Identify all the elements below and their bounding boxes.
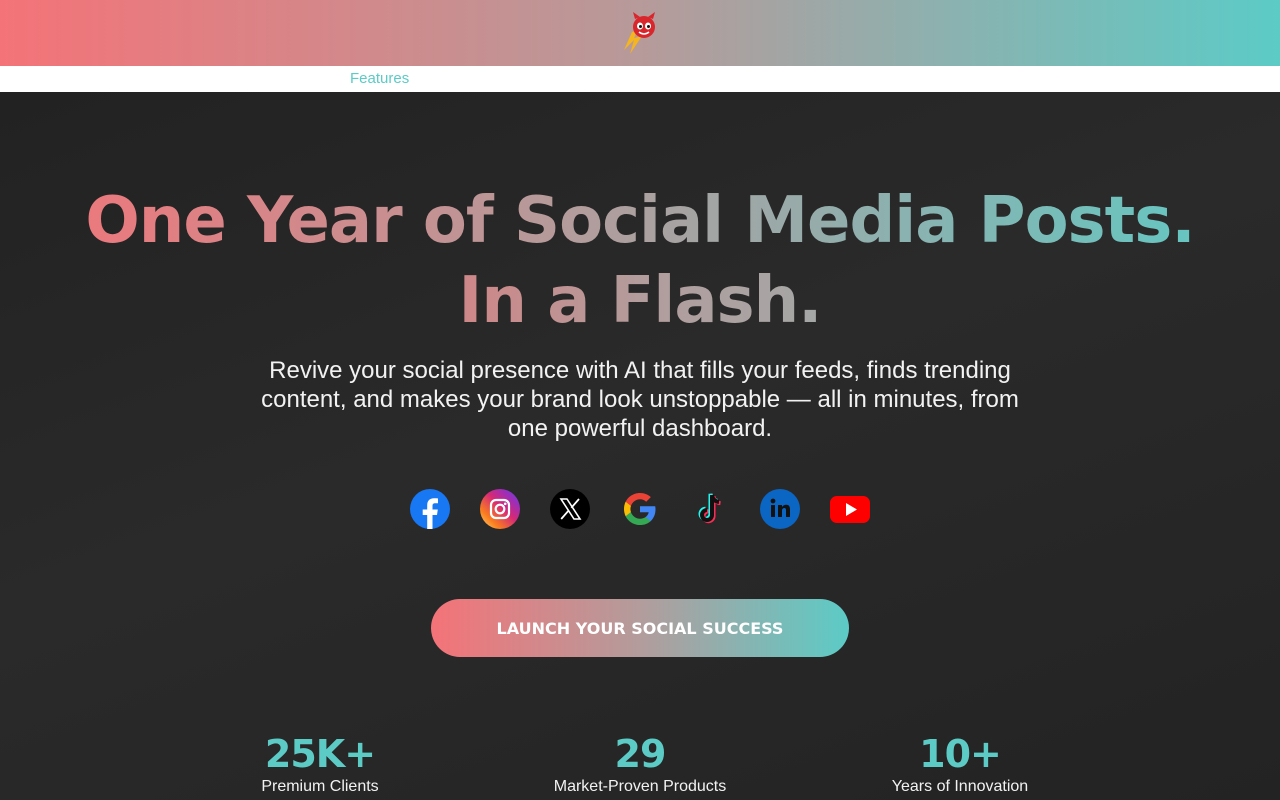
tiktok-icon[interactable] [690, 489, 730, 529]
google-icon[interactable] [620, 489, 660, 529]
brand-logo-icon[interactable] [620, 12, 660, 54]
top-banner [0, 0, 1280, 66]
stat-label: Years of Innovation [891, 778, 1029, 795]
stat-value: 29 [614, 732, 667, 776]
linkedin-icon[interactable] [760, 489, 800, 529]
nav-bar: Features [0, 66, 1280, 92]
hero-subtitle: Revive your social presence with AI that… [261, 357, 1019, 442]
stat-value: 25K+ [264, 732, 376, 776]
launch-social-success-button[interactable]: LAUNCH YOUR SOCIAL SUCCESS [431, 599, 849, 657]
social-icons-row [410, 489, 870, 529]
stat-products: 29 Market-Proven Products [510, 732, 770, 798]
youtube-icon[interactable] [830, 489, 870, 529]
stat-value: 10+ [919, 732, 1002, 776]
stat-premium-clients: 25K+ Premium Clients [190, 732, 450, 798]
instagram-icon[interactable] [480, 489, 520, 529]
stat-years: 10+ Years of Innovation [830, 732, 1090, 798]
stat-label: Premium Clients [261, 778, 379, 795]
hero-headline-line1: One Year of Social Media Posts. [0, 182, 1280, 260]
x-icon[interactable] [550, 489, 590, 529]
stat-label: Market-Proven Products [553, 778, 727, 795]
facebook-icon[interactable] [410, 489, 450, 529]
hero-headline-line2: In a Flash. [430, 262, 850, 340]
nav-link-features[interactable]: Features [350, 70, 409, 87]
